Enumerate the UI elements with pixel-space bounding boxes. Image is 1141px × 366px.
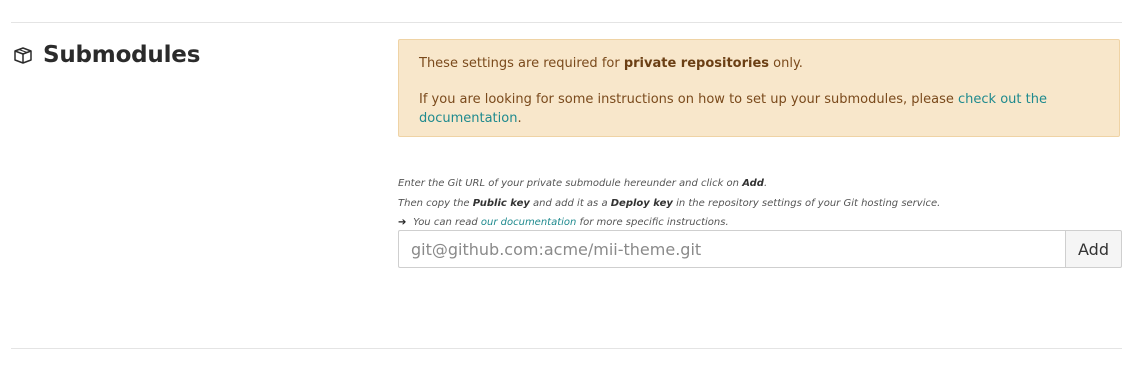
help-text: Enter the Git URL of your private submod… (398, 174, 1122, 233)
notice-line-2: If you are looking for some instructions… (419, 90, 1099, 128)
git-url-input[interactable] (398, 230, 1065, 268)
help-text-fragment: Then copy the (398, 197, 473, 209)
help-text-fragment: and add it as a (529, 197, 611, 209)
help-text-fragment: You can read (410, 217, 481, 228)
help-text-fragment: in the repository settings of your Git h… (672, 197, 941, 209)
bottom-divider (11, 348, 1122, 349)
our-documentation-link[interactable]: our documentation (481, 217, 576, 228)
help-text-fragment: . (763, 178, 768, 189)
notice-text: These settings are required for (419, 56, 624, 71)
package-icon (12, 46, 33, 64)
notice-line-1: These settings are required for private … (419, 54, 1099, 73)
add-button[interactable]: Add (1065, 230, 1122, 268)
notice-emphasis: private repositories (623, 56, 770, 71)
add-submodule-form: Add (398, 230, 1122, 268)
help-text-fragment: Enter the Git URL of your private submod… (398, 178, 743, 189)
notice-text: . (517, 111, 522, 126)
notice-text: only. (769, 56, 803, 71)
help-line-2: Then copy the Public key and add it as a… (398, 194, 1122, 214)
section-heading: Submodules (12, 42, 200, 68)
notice-text: If you are looking for some instructions… (419, 92, 958, 107)
private-repo-notice: These settings are required for private … (398, 39, 1120, 137)
section-title: Submodules (43, 42, 201, 68)
help-emphasis: Deploy key (610, 197, 673, 209)
help-emphasis: Add (742, 178, 764, 189)
help-text-fragment: for more specific instructions. (576, 217, 729, 228)
help-line-1: Enter the Git URL of your private submod… (398, 174, 1122, 194)
submodules-settings-page: Submodules These settings are required f… (0, 0, 1141, 366)
help-emphasis: Public key (472, 197, 530, 209)
top-divider (11, 22, 1122, 23)
